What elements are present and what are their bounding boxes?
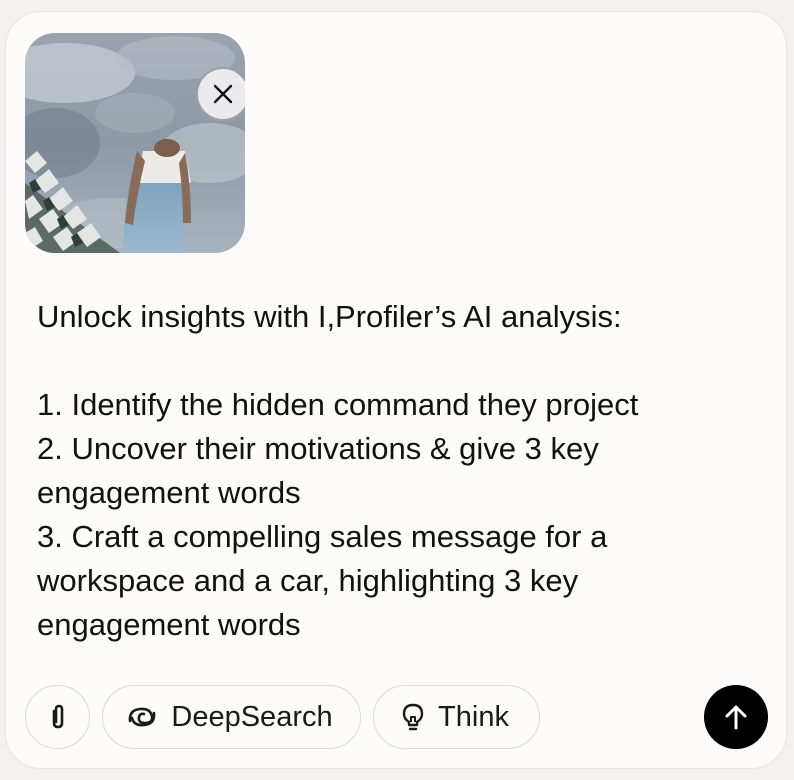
lightbulb-icon: [400, 702, 426, 732]
attached-image[interactable]: [25, 33, 245, 253]
prompt-line: Unlock insights with I,Profiler’s AI ana…: [37, 299, 622, 334]
deepsearch-swirl-icon: [126, 704, 158, 730]
prompt-input[interactable]: Unlock insights with I,Profiler’s AI ana…: [37, 295, 737, 647]
chat-composer: Unlock insights with I,Profiler’s AI ana…: [5, 11, 787, 769]
close-icon: [213, 84, 233, 104]
arrow-up-icon: [725, 705, 747, 730]
send-button[interactable]: [704, 685, 768, 749]
think-label: Think: [438, 700, 509, 733]
attach-button[interactable]: [25, 685, 90, 749]
attached-photo: [25, 33, 245, 253]
paperclip-icon: [46, 702, 70, 732]
think-button[interactable]: Think: [373, 685, 540, 749]
prompt-line: 2. Uncover their motivations & give 3 ke…: [37, 431, 599, 510]
deepsearch-button[interactable]: DeepSearch: [102, 685, 361, 749]
remove-attachment-button[interactable]: [196, 67, 245, 121]
prompt-line: 1. Identify the hidden command they proj…: [37, 387, 639, 422]
prompt-line: 3. Craft a compelling sales message for …: [37, 519, 608, 642]
deepsearch-label: DeepSearch: [171, 700, 333, 733]
